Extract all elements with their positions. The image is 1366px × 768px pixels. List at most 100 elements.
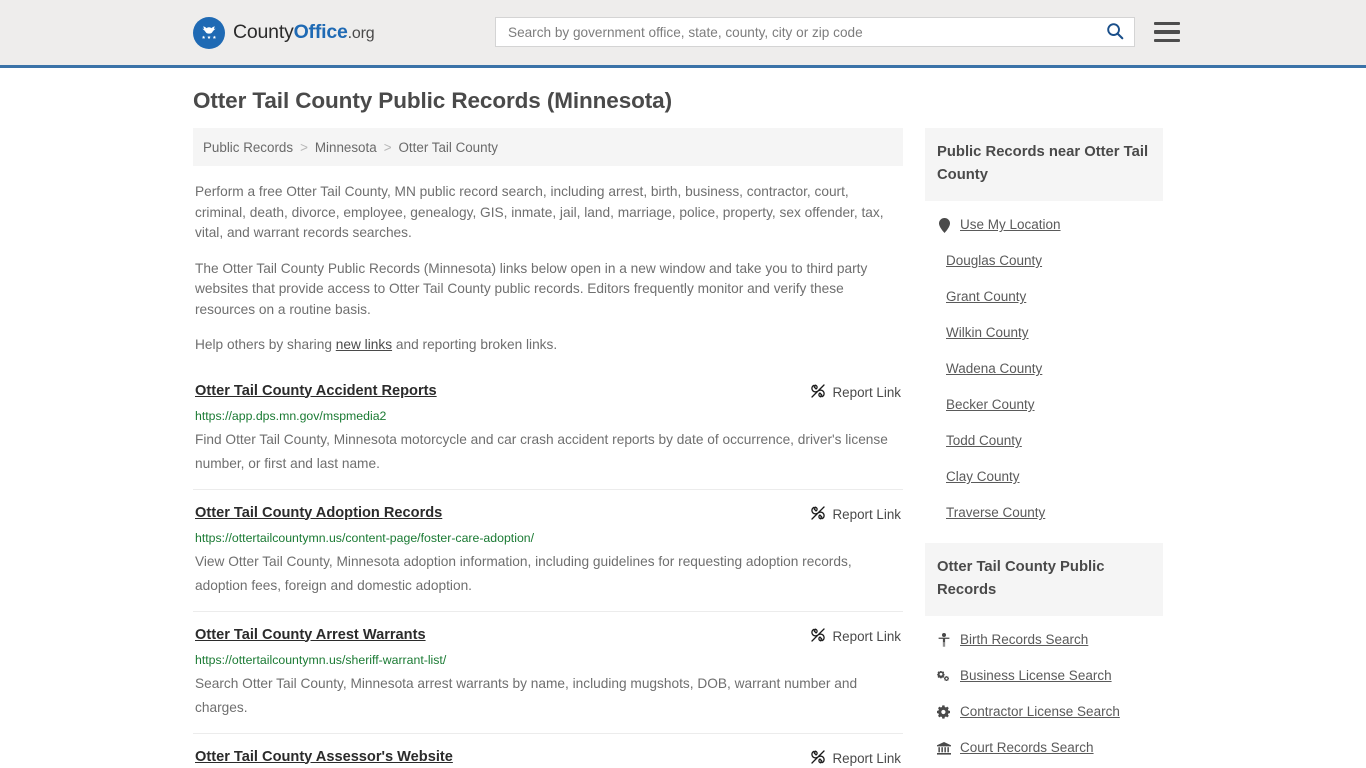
broken-link-icon: [810, 627, 826, 646]
sidebar-link-label[interactable]: Use My Location: [960, 216, 1061, 234]
breadcrumb-separator-icon: >: [300, 139, 308, 155]
county-records-panel: Otter Tail County Public Records Birth R…: [925, 543, 1163, 768]
result-title-link[interactable]: Otter Tail County Arrest Warrants: [195, 626, 426, 645]
result-item: Otter Tail County Assessor's Website Rep…: [193, 732, 903, 768]
sidebar-link-label[interactable]: Birth Records Search: [960, 631, 1088, 649]
result-url: https://app.dps.mn.gov/mspmedia2: [195, 408, 387, 423]
result-header: Otter Tail County Assessor's Website Rep…: [195, 748, 901, 768]
sidebar-item-birth-records-search[interactable]: Birth Records Search: [937, 622, 1161, 658]
result-description: Find Otter Tail County, Minnesota motorc…: [195, 431, 888, 471]
sidebar-item-use-my-location[interactable]: Use My Location: [937, 207, 1161, 243]
report-link-label: Report Link: [832, 506, 901, 522]
broken-link-icon: [810, 505, 826, 524]
sidebar-link-label[interactable]: Traverse County: [946, 504, 1045, 522]
result-description: View Otter Tail County, Minnesota adopti…: [195, 553, 852, 593]
nearby-records-panel: Public Records near Otter Tail County Us…: [925, 128, 1163, 531]
nearby-panel-title: Public Records near Otter Tail County: [925, 128, 1163, 201]
intro-paragraph-2: The Otter Tail County Public Records (Mi…: [195, 260, 868, 317]
nearby-panel-list: Use My Location Douglas County Grant Cou…: [925, 201, 1163, 531]
result-title-link[interactable]: Otter Tail County Adoption Records: [195, 504, 442, 523]
result-title-link[interactable]: Otter Tail County Assessor's Website: [195, 748, 453, 767]
page-title: Otter Tail County Public Records (Minnes…: [193, 88, 672, 113]
intro-share-suffix: and reporting broken links.: [392, 337, 558, 352]
breadcrumb-item-public-records[interactable]: Public Records: [203, 140, 293, 155]
breadcrumb-item-minnesota[interactable]: Minnesota: [315, 140, 377, 155]
result-header: Otter Tail County Arrest Warrants Report…: [195, 626, 901, 646]
sidebar: Public Records near Otter Tail County Us…: [925, 128, 1163, 768]
cog-icon: [937, 705, 951, 719]
site-header: CountyOffice.org: [0, 0, 1366, 68]
sidebar-item-court-records-search[interactable]: Court Records Search: [937, 730, 1161, 766]
new-links-link[interactable]: new links: [336, 337, 392, 352]
child-icon: [937, 633, 951, 647]
search-input[interactable]: [506, 23, 1104, 41]
result-description: Search Otter Tail County, Minnesota arre…: [195, 675, 858, 715]
main-column: Public Records > Minnesota > Otter Tail …: [193, 128, 903, 768]
sidebar-item-clay-county[interactable]: Clay County: [937, 459, 1161, 495]
report-link-label: Report Link: [832, 628, 901, 644]
intro-paragraph-3: Help others by sharing new links and rep…: [195, 335, 901, 356]
site-logo[interactable]: CountyOffice.org: [193, 16, 375, 49]
content-columns: Public Records > Minnesota > Otter Tail …: [193, 128, 1173, 768]
breadcrumb-separator-icon: >: [383, 139, 392, 155]
result-header: Otter Tail County Accident Reports Repor…: [195, 382, 901, 402]
sidebar-link-label[interactable]: Court Records Search: [960, 739, 1094, 757]
sidebar-link-label[interactable]: Wadena County: [946, 360, 1042, 378]
breadcrumb-item-otter-tail-county[interactable]: Otter Tail County: [399, 140, 498, 155]
result-url: https://ottertailcountymn.us/content-pag…: [195, 530, 535, 545]
site-logo-text: CountyOffice.org: [233, 21, 375, 44]
sidebar-item-business-license-search[interactable]: Business License Search: [937, 658, 1161, 694]
bank-icon: [937, 741, 951, 755]
sidebar-link-label[interactable]: Clay County: [946, 468, 1020, 486]
sidebar-item-becker-county[interactable]: Becker County: [937, 387, 1161, 423]
sidebar-item-traverse-county[interactable]: Traverse County: [937, 495, 1161, 531]
sidebar-item-wilkin-county[interactable]: Wilkin County: [937, 315, 1161, 351]
sidebar-link-label[interactable]: Contractor License Search: [960, 703, 1120, 721]
cogs-icon: [937, 669, 951, 683]
search-button[interactable]: [1104, 21, 1126, 43]
page-container: Otter Tail County Public Records (Minnes…: [0, 68, 1366, 768]
report-link-button[interactable]: Report Link: [810, 748, 901, 768]
sidebar-item-wadena-county[interactable]: Wadena County: [937, 351, 1161, 387]
logo-text-office: Office: [293, 21, 348, 43]
broken-link-icon: [810, 383, 826, 402]
hamburger-bar: [1154, 21, 1180, 26]
broken-link-icon: [810, 749, 826, 768]
hamburger-menu-icon[interactable]: [1154, 21, 1180, 43]
results-list: Otter Tail County Accident Reports Repor…: [193, 378, 903, 768]
records-panel-list: Birth Records Search Business License Se…: [925, 616, 1163, 768]
result-item: Otter Tail County Arrest Warrants Report…: [193, 610, 903, 733]
result-header: Otter Tail County Adoption Records Repor…: [195, 504, 901, 524]
sidebar-link-label[interactable]: Todd County: [946, 432, 1022, 450]
header-search-area: [495, 17, 1180, 47]
result-url: https://ottertailcountymn.us/sheriff-war…: [195, 652, 447, 667]
sidebar-item-contractor-license-search[interactable]: Contractor License Search: [937, 694, 1161, 730]
result-item: Otter Tail County Adoption Records Repor…: [193, 488, 903, 611]
result-title-link[interactable]: Otter Tail County Accident Reports: [195, 382, 437, 401]
intro-share-prefix: Help others by sharing: [195, 337, 336, 352]
sidebar-link-label[interactable]: Becker County: [946, 396, 1035, 414]
sidebar-link-label[interactable]: Wilkin County: [946, 324, 1029, 342]
sidebar-link-label[interactable]: Business License Search: [960, 667, 1112, 685]
intro-section: Perform a free Otter Tail County, MN pub…: [193, 182, 903, 356]
sidebar-link-label[interactable]: Douglas County: [946, 252, 1042, 270]
report-link-button[interactable]: Report Link: [810, 504, 901, 524]
report-link-button[interactable]: Report Link: [810, 382, 901, 402]
report-link-button[interactable]: Report Link: [810, 626, 901, 646]
logo-text-tld: .org: [347, 25, 375, 42]
report-link-label: Report Link: [832, 750, 901, 766]
sidebar-item-todd-county[interactable]: Todd County: [937, 423, 1161, 459]
sidebar-link-label[interactable]: Grant County: [946, 288, 1026, 306]
intro-paragraph-1: Perform a free Otter Tail County, MN pub…: [195, 184, 884, 240]
logo-text-county: County: [233, 21, 294, 43]
search-icon: [1106, 22, 1124, 43]
report-link-label: Report Link: [832, 384, 901, 400]
eagle-seal-icon: [193, 16, 225, 49]
breadcrumb: Public Records > Minnesota > Otter Tail …: [193, 128, 903, 166]
sidebar-item-douglas-county[interactable]: Douglas County: [937, 243, 1161, 279]
search-box[interactable]: [495, 17, 1135, 47]
hamburger-bar: [1154, 30, 1180, 34]
hamburger-bar: [1154, 38, 1180, 43]
result-item: Otter Tail County Accident Reports Repor…: [193, 378, 903, 489]
sidebar-item-grant-county[interactable]: Grant County: [937, 279, 1161, 315]
